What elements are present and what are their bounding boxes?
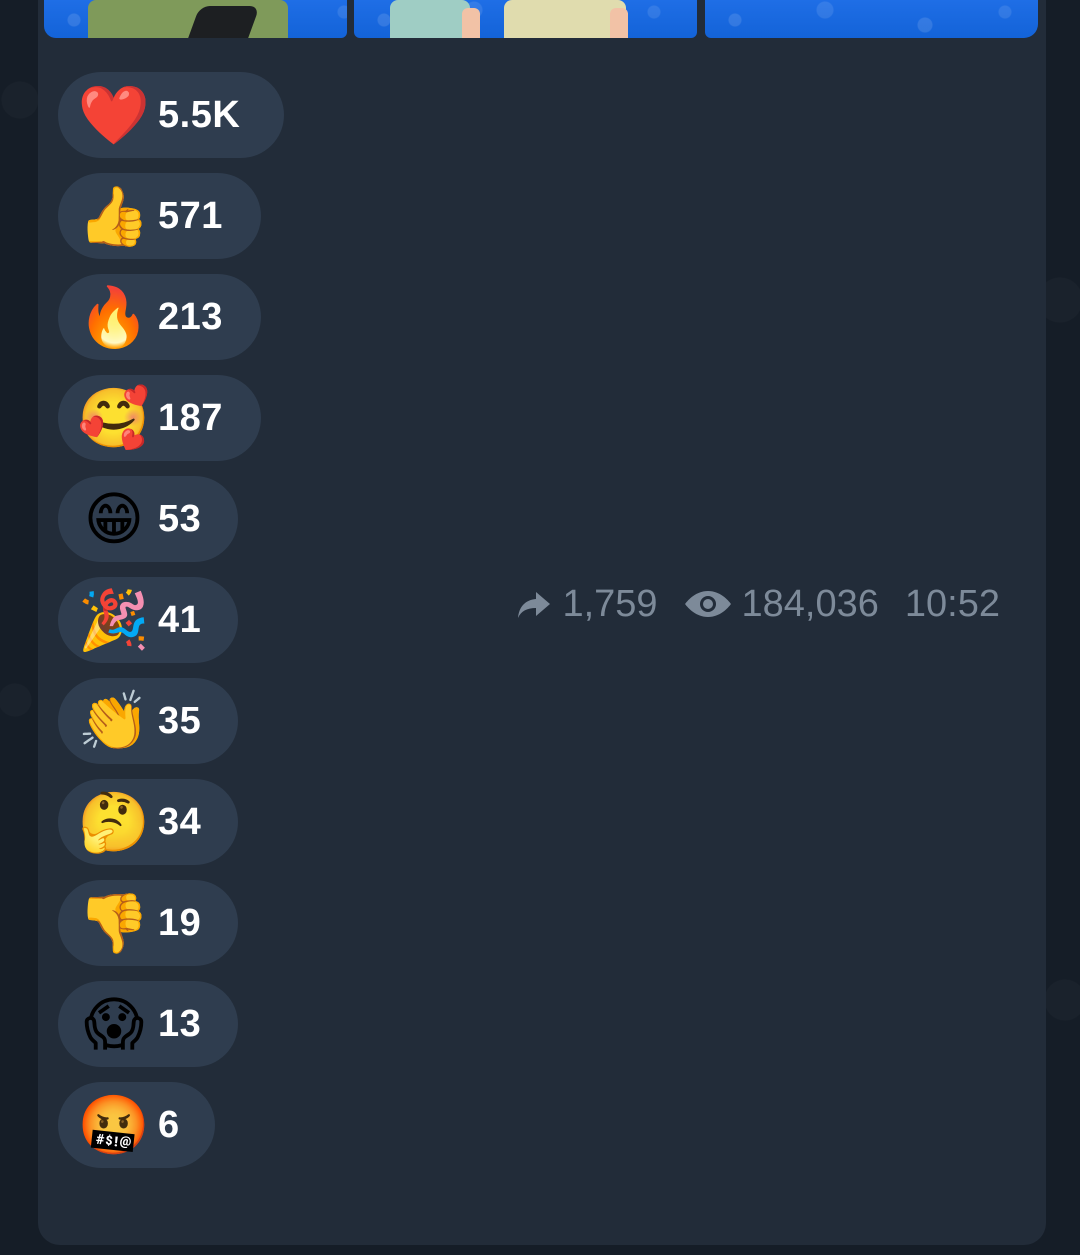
reaction-clapping-hands[interactable]: 👏 35 [58, 678, 238, 764]
reaction-thumbs-up[interactable]: 👍 571 [58, 173, 261, 259]
photo-figure [610, 8, 628, 38]
media-photo-3[interactable] [705, 0, 1038, 38]
photo-figure [188, 6, 260, 38]
thumbs-down-icon: 👎 [77, 889, 151, 957]
party-popper-icon: 🎉 [77, 586, 151, 654]
reaction-grinning-face[interactable]: 😁 53 [58, 476, 238, 562]
photo-figure [462, 8, 480, 38]
forward-icon[interactable] [516, 588, 552, 620]
heart-icon: ❤️ [77, 81, 151, 149]
reaction-count: 6 [158, 1103, 180, 1146]
media-photo-2[interactable] [354, 0, 697, 38]
screaming-face-icon: 😱 [83, 990, 145, 1058]
reaction-thumbs-down[interactable]: 👎 19 [58, 880, 238, 966]
photo-figure [390, 0, 470, 38]
reaction-count: 53 [158, 497, 202, 540]
reaction-count: 5.5K [158, 93, 241, 136]
photo-figure [504, 0, 626, 38]
reaction-fire[interactable]: 🔥 213 [58, 274, 261, 360]
media-photo-1[interactable] [44, 0, 347, 38]
reaction-heart[interactable]: ❤️ 5.5K [58, 72, 284, 158]
eye-icon [684, 588, 732, 620]
photo-figure [88, 0, 288, 38]
reaction-count: 35 [158, 699, 202, 742]
media-album [44, 0, 1038, 38]
face-with-symbols-icon: 🤬 [77, 1091, 151, 1159]
message-meta: 1,759 184,036 10:52 [516, 580, 1000, 628]
reaction-count: 213 [158, 295, 223, 338]
clapping-hands-icon: 👏 [77, 687, 151, 755]
thumbs-up-icon: 👍 [77, 182, 151, 250]
grinning-face-icon: 😁 [83, 485, 145, 553]
reaction-screaming-face[interactable]: 😱 13 [58, 981, 238, 1067]
smiling-face-with-hearts-icon: 🥰 [77, 384, 151, 452]
reaction-face-with-symbols[interactable]: 🤬 6 [58, 1082, 215, 1168]
fire-icon: 🔥 [77, 283, 151, 351]
reaction-count: 187 [158, 396, 223, 439]
reaction-smiling-face-with-hearts[interactable]: 🥰 187 [58, 375, 261, 461]
view-count: 184,036 [741, 582, 879, 625]
thinking-face-icon: 🤔 [77, 788, 151, 856]
reaction-count: 13 [158, 1002, 202, 1045]
photo-pattern [705, 0, 1038, 38]
reaction-count: 34 [158, 800, 202, 843]
forward-count: 1,759 [562, 582, 658, 625]
reaction-count: 41 [158, 598, 202, 641]
reaction-thinking-face[interactable]: 🤔 34 [58, 779, 238, 865]
reaction-count: 19 [158, 901, 202, 944]
reaction-count: 571 [158, 194, 223, 237]
message-time: 10:52 [904, 582, 1000, 625]
reaction-party-popper[interactable]: 🎉 41 [58, 577, 238, 663]
